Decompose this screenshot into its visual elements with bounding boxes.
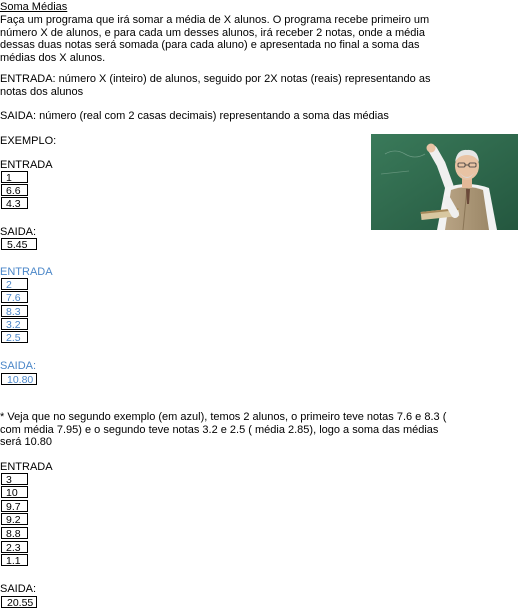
example3-input-value: 2.3 <box>1 541 28 554</box>
example2-input-value: 8.3 <box>1 305 28 318</box>
example3-output-value: 20.55 <box>1 596 37 609</box>
example3-input-value: 8.8 <box>1 527 28 540</box>
example-explanation-note: * Veja que no segundo exemplo (em azul),… <box>0 411 447 448</box>
example2-input-value: 2 <box>1 278 28 291</box>
problem-description: Faça um programa que irá somar a média d… <box>0 14 430 64</box>
document-page: Soma Médias Faça um programa que irá som… <box>0 0 518 612</box>
example2-output-value: 10.80 <box>1 373 37 386</box>
example3-input-label: ENTRADA <box>0 461 53 473</box>
example3-input-value: 9.2 <box>1 513 28 526</box>
example1-output-label: SAIDA: <box>0 226 37 238</box>
example1-input-value: 4.3 <box>1 197 28 210</box>
example3-input-value: 3 <box>1 473 28 486</box>
example2-input-value: 2.5 <box>1 331 28 344</box>
example3-input-value: 1.1 <box>1 554 28 567</box>
example3-input-value: 10 <box>1 486 28 499</box>
example3-output-label: SAIDA: <box>0 583 37 595</box>
example1-output-value: 5.45 <box>1 238 37 251</box>
example2-output-label: SAIDA: <box>0 360 37 372</box>
page-title: Soma Médias <box>0 1 68 13</box>
example1-input-value: 1 <box>1 171 28 184</box>
output-description: SAIDA: número (real com 2 casas decimais… <box>0 110 389 122</box>
input-description: ENTRADA: número X (inteiro) de alunos, s… <box>0 73 431 98</box>
example3-input-value: 9.7 <box>1 500 28 513</box>
example2-input-label: ENTRADA <box>0 266 53 278</box>
example1-input-label: ENTRADA <box>0 159 53 171</box>
example1-input-value: 6.6 <box>1 184 28 197</box>
teacher-photo <box>371 134 518 230</box>
example2-input-value: 3.2 <box>1 318 28 331</box>
example-heading: EXEMPLO: <box>0 135 57 147</box>
example2-input-value: 7.6 <box>1 291 28 304</box>
